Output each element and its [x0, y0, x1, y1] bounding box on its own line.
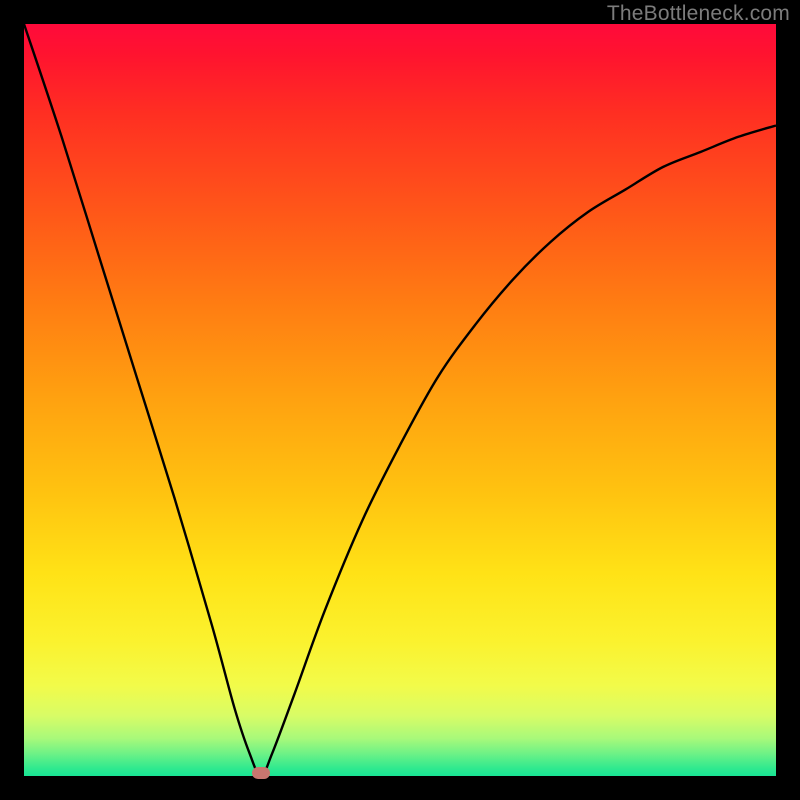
minimum-marker [252, 767, 270, 779]
plot-area [24, 24, 776, 776]
curve-path [24, 24, 776, 776]
watermark-text: TheBottleneck.com [607, 2, 790, 26]
chart-frame: TheBottleneck.com [0, 0, 800, 800]
bottleneck-curve [24, 24, 776, 776]
